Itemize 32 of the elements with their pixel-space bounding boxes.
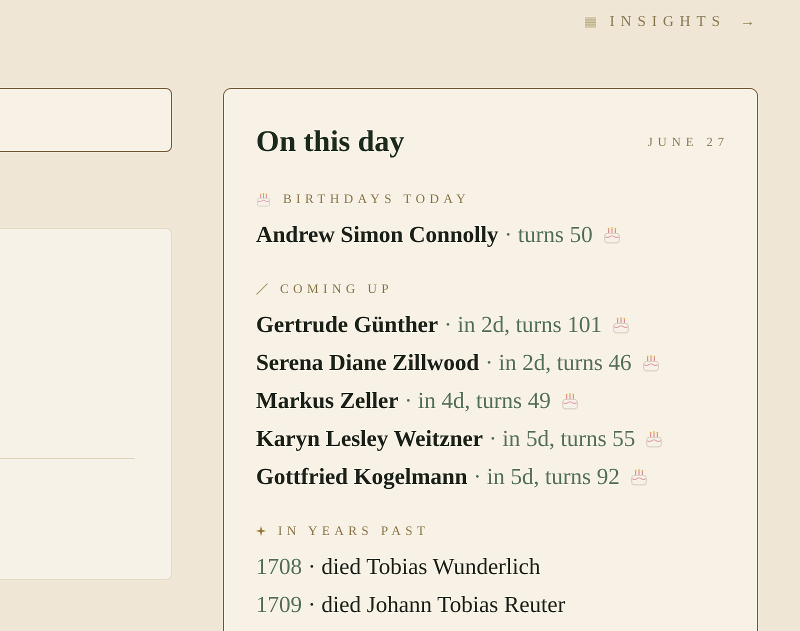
section-heading: BIRTHDAYS TODAY — [283, 191, 470, 207]
section-heading: COMING UP — [280, 281, 394, 297]
sparkle-icon — [256, 526, 266, 536]
birthday-detail: · turns 50 — [504, 222, 593, 248]
date-label: JUNE 27 — [648, 134, 729, 150]
event-year: 1708 — [256, 554, 302, 580]
lined-square-icon — [584, 16, 596, 28]
person-name: Andrew Simon Connolly — [256, 222, 498, 248]
birthday-detail: · in 5d, turns 55 — [488, 426, 636, 452]
birthday-detail: · in 4d, turns 49 — [404, 388, 551, 414]
birthday-detail: · in 5d, turns 92 — [473, 464, 620, 490]
cake-icon — [645, 430, 664, 448]
event-text: · died Johann Tobias Reuter — [308, 592, 566, 618]
cake-icon — [642, 354, 660, 372]
section-heading: IN YEARS PAST — [278, 523, 430, 539]
event-text: · died Tobias Wunderlich — [308, 554, 540, 580]
person-name: Markus Zeller — [256, 388, 398, 414]
slash-icon — [256, 283, 268, 295]
insights-link[interactable]: INSIGHTS → — [584, 13, 755, 31]
person-name: Serena Diane Zillwood — [256, 350, 480, 376]
cake-icon — [602, 226, 621, 244]
birthday-detail: · in 2d, turns 101 — [444, 312, 602, 338]
cake-icon — [612, 316, 630, 334]
cake-icon — [256, 192, 271, 206]
birthday-detail: · in 2d, turns 46 — [485, 350, 632, 376]
cake-icon — [560, 392, 579, 410]
card-title: On this day — [256, 125, 404, 159]
event-year: 1709 — [256, 592, 302, 618]
person-name: Gottfried Kogelmann — [256, 464, 468, 490]
person-name: Gertrude Günther — [256, 312, 438, 338]
person-name: Karyn Lesley Weitzner — [256, 426, 483, 452]
cake-icon — [630, 468, 648, 486]
